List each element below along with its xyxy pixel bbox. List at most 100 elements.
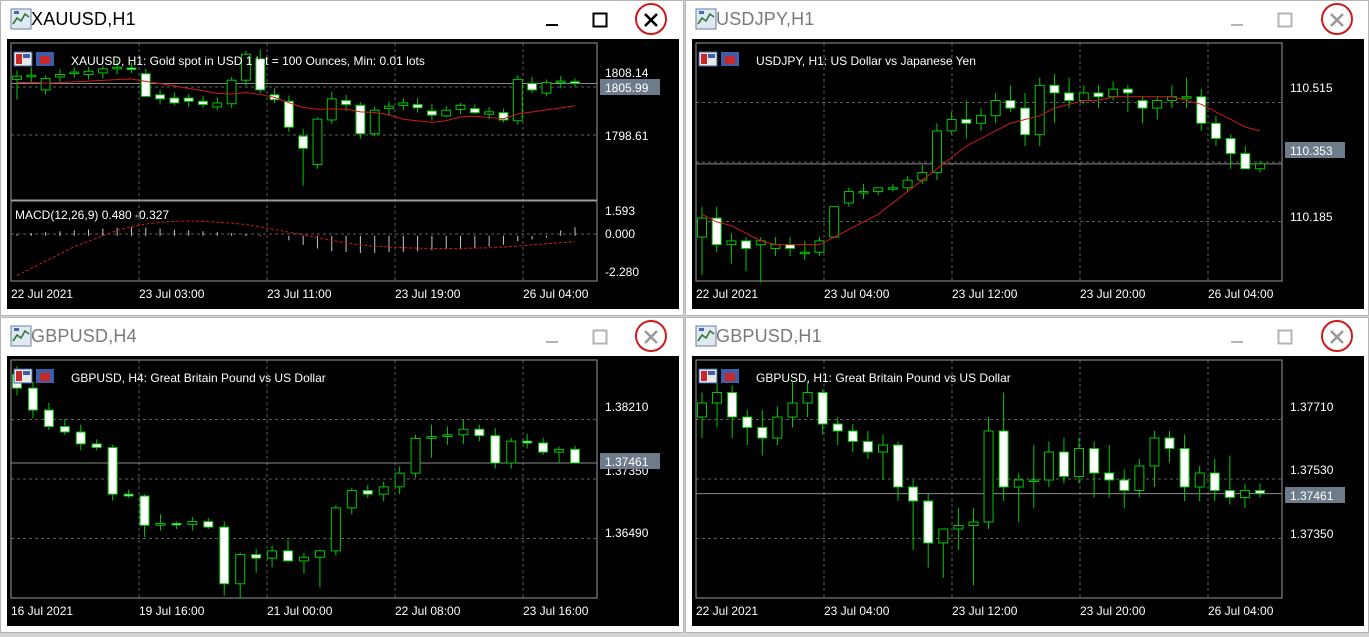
time-label: 19 Jul 16:00 [139, 604, 205, 618]
candle-body-bull [384, 105, 394, 110]
mt4-chart-window-icon [10, 325, 32, 347]
candle-body-bull [298, 556, 309, 562]
minimize-button[interactable] [539, 324, 565, 350]
window-titlebar[interactable]: XAUUSD,H1 [1, 1, 683, 37]
candle-body-bear [355, 104, 366, 135]
chart-properties-icon[interactable] [698, 368, 739, 384]
candle-body-bear [1225, 137, 1236, 155]
close-button[interactable] [1324, 7, 1350, 33]
candle-body-bear [140, 73, 151, 97]
candle-body-bull [1152, 100, 1163, 109]
time-label: 23 Jul 04:00 [824, 287, 890, 301]
close-icon [1330, 330, 1344, 344]
candle-body-bull [953, 525, 964, 530]
maximize-button[interactable] [1272, 324, 1298, 350]
minimize-button[interactable] [1224, 7, 1250, 33]
current-price-text: 1805.99 [605, 81, 649, 95]
candles [12, 366, 580, 599]
grid [696, 43, 1282, 281]
candle-body-bull [902, 179, 913, 189]
candles [697, 382, 1265, 585]
candle-body-bear [1240, 153, 1251, 170]
candle-body-bull [873, 187, 884, 193]
close-button[interactable] [638, 7, 664, 33]
minimize-button[interactable] [539, 7, 565, 33]
candle-body-bull [990, 100, 1001, 117]
price-tick: 1808.14 [605, 66, 649, 80]
candle-body-bear [155, 94, 166, 100]
chart-window-xauusd-h1[interactable]: XAUUSD,H1 XAUUSD, H1: Gold spot in USD 1… [0, 0, 684, 316]
candle-body-bull [12, 75, 22, 80]
candle-body-bull [1194, 472, 1205, 488]
candle-body-bull [426, 436, 437, 439]
chart-properties-icon[interactable] [698, 51, 739, 67]
candle-body-bear [1255, 490, 1265, 495]
candle-body-bull [1043, 451, 1054, 481]
minimize-icon [546, 341, 558, 343]
candle-body-bear [727, 392, 738, 418]
candle-body-bear [490, 435, 501, 464]
candle-body-bear [362, 490, 373, 495]
candle-body-bull [26, 74, 37, 78]
candle-body-bear [1089, 448, 1100, 474]
maximize-button[interactable] [587, 7, 613, 33]
price-tick: 1.37350 [1290, 527, 1334, 541]
time-label: 22 Jul 08:00 [395, 604, 461, 618]
candle-body-bull [877, 444, 888, 453]
price-tick: 1798.61 [605, 129, 649, 143]
price-chart[interactable]: XAUUSD, H1: Gold spot in USD 1 lot = 100… [7, 39, 679, 309]
candle-body-bull [772, 416, 783, 439]
candle-body-bear [570, 81, 580, 85]
moving-average-line [16, 78, 576, 123]
candle-body-bull [917, 172, 928, 181]
candle-body-bull [40, 78, 51, 91]
current-price-text: 110.353 [1290, 144, 1333, 158]
mt4-chart-window-icon [10, 8, 32, 30]
candle-body-bear [862, 441, 873, 453]
candle-body-bear [785, 244, 796, 249]
price-chart[interactable]: GBPUSD, H4: Great Britain Pound vs US Do… [7, 356, 679, 626]
candle-body-bear [1196, 96, 1207, 124]
candle-body-bull [455, 104, 466, 110]
candle-body-bull [314, 550, 325, 558]
candle-body-bull [1028, 479, 1039, 482]
close-button[interactable] [638, 324, 664, 350]
chart-area[interactable]: XAUUSD, H1: Gold spot in USD 1 lot = 100… [7, 39, 679, 309]
candle-body-bear [1064, 92, 1075, 102]
maximize-button[interactable] [587, 324, 613, 350]
window-titlebar[interactable]: USDJPY,H1 [686, 1, 1368, 37]
window-titlebar[interactable]: GBPUSD,H1 [686, 318, 1368, 354]
chart-window-gbpusd-h4[interactable]: GBPUSD,H4 GBPUSD, H4: Great Britain Poun… [0, 317, 684, 633]
candle-body-bear [219, 526, 230, 585]
chart-window-gbpusd-h1[interactable]: GBPUSD,H1 GBPUSD, H1: Great Britain Poun… [685, 317, 1369, 633]
chart-window-usdjpy-h1[interactable]: USDJPY,H1 USDJPY, H1: US Dollar vs Japan… [685, 0, 1369, 316]
chart-properties-icon[interactable] [13, 368, 54, 384]
close-button[interactable] [1324, 324, 1350, 350]
candle-body-bear [923, 500, 934, 544]
maximize-button[interactable] [1272, 7, 1298, 33]
mt4-chart-window-icon [695, 325, 717, 347]
candle-body-bull [726, 240, 737, 246]
candle-body-bull [1013, 479, 1024, 488]
chart-area[interactable]: USDJPY, H1: US Dollar vs Japanese Yen 11… [692, 39, 1364, 309]
candle-body-bull [787, 402, 798, 418]
minimize-button[interactable] [1224, 324, 1250, 350]
candles [697, 73, 1265, 283]
minimize-icon [1231, 341, 1243, 343]
window-titlebar[interactable]: GBPUSD,H4 [1, 318, 683, 354]
chart-properties-icon[interactable] [13, 51, 54, 67]
candle-body-bear [908, 486, 919, 502]
candle-body-bull [946, 118, 957, 132]
time-label: 23 Jul 04:00 [824, 604, 890, 618]
minimize-icon [1231, 24, 1243, 26]
indicator-tick: -2.280 [605, 265, 639, 279]
candle-body-bull [1034, 84, 1045, 136]
time-label: 22 Jul 2021 [696, 604, 758, 618]
price-chart[interactable]: GBPUSD, H1: Great Britain Pound vs US Do… [692, 356, 1364, 626]
price-chart[interactable]: USDJPY, H1: US Dollar vs Japanese Yen 11… [692, 39, 1364, 309]
candle-body-bear [1179, 448, 1190, 488]
candle-body-bull [484, 111, 495, 115]
close-icon [644, 13, 658, 27]
chart-area[interactable]: GBPUSD, H4: Great Britain Pound vs US Do… [7, 356, 679, 626]
chart-area[interactable]: GBPUSD, H1: Great Britain Pound vs US Do… [692, 356, 1364, 626]
